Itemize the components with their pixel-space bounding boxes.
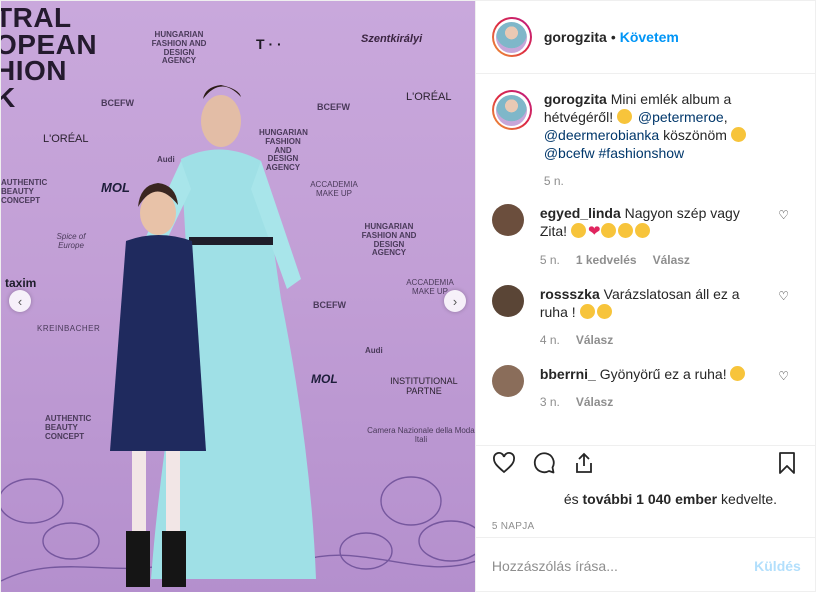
- kiss-emoji-icon: [634, 223, 650, 238]
- following-button[interactable]: Követem: [620, 29, 679, 45]
- backdrop-logo-loreal-2: L'ORÉAL: [43, 133, 89, 145]
- comment-time[interactable]: 5 n.: [540, 251, 560, 269]
- likes-suffix: kedvelte.: [721, 491, 778, 507]
- backdrop-logo-loreal-1: L'ORÉAL: [406, 91, 452, 103]
- caption-text-2: köszönöm: [663, 127, 727, 143]
- comment-item: egyed_linda Nagyon szép vagy Zita! ❤ 5 n…: [491, 204, 799, 269]
- blush-emoji-icon: [570, 223, 586, 238]
- comment-like-heart-icon[interactable]: ♡: [778, 208, 789, 222]
- comment-meta: 3 n. Válasz: [540, 393, 760, 411]
- blush-emoji-icon: [579, 304, 595, 319]
- kiss-emoji-icon: [596, 304, 612, 319]
- post-side-panel: gorogzita • Követem gorogzita Mini emlék…: [474, 1, 816, 592]
- likes-and: és: [563, 491, 579, 507]
- backdrop-logo-hfda-3: HUNGARIAN FASHION AND DESIGN AGENCY: [361, 222, 417, 258]
- header-separator: •: [610, 29, 616, 45]
- commenter-username[interactable]: rossszka: [540, 286, 600, 302]
- action-bar: [475, 445, 815, 485]
- backdrop-logo-audi-2: Audi: [365, 346, 383, 355]
- carousel-prev-button[interactable]: ‹: [9, 290, 31, 312]
- share-icon[interactable]: [572, 451, 596, 480]
- red-heart-emoji-icon: ❤: [587, 223, 601, 240]
- comment-body: egyed_linda Nagyon szép vagy Zita! ❤ 5 n…: [540, 204, 760, 269]
- post-time[interactable]: 5 NAPJA: [476, 521, 815, 532]
- commenter-avatar[interactable]: [491, 365, 524, 397]
- backdrop-logo-authentic: AUTHENTIC BEAUTY CONCEPT: [1, 178, 48, 205]
- caption-avatar[interactable]: [491, 90, 532, 130]
- post-photo[interactable]: TRAL OPEAN HION K HUNGARIAN FASHION AND …: [1, 1, 475, 592]
- backdrop-logo-hfda: HUNGARIAN FASHION AND DESIGN AGENCY: [151, 30, 207, 66]
- caption-avatar-frame: [493, 92, 530, 128]
- commenter-avatar[interactable]: [491, 285, 524, 317]
- caption-avatar-image: [496, 94, 528, 126]
- caption-meta: 5 n.: [544, 172, 754, 190]
- post-comment-button[interactable]: Küldés: [754, 558, 801, 574]
- backdrop-logo-kreinbacher: KREINBACHER: [37, 324, 101, 333]
- backdrop-logo-szentkiralyi: Szentkirályi: [361, 33, 423, 45]
- carousel-next-button[interactable]: ›: [444, 290, 466, 312]
- comment-likes[interactable]: 1 kedvelés: [576, 251, 637, 269]
- hashtag-fashionshow[interactable]: #fashionshow: [599, 145, 685, 161]
- reply-button[interactable]: Válasz: [653, 251, 690, 269]
- mention-deermerobianka[interactable]: @deermerobianka: [544, 127, 659, 143]
- backdrop-event-title: TRAL OPEAN HION K: [1, 2, 98, 113]
- heart-eyes-emoji-icon: [730, 366, 746, 381]
- comment-item: rossszka Varázslatosan áll ez a ruha ! 4…: [491, 285, 799, 349]
- kiss-emoji-icon: [617, 223, 633, 238]
- comment-input[interactable]: [491, 557, 755, 574]
- comment-time[interactable]: 3 n.: [540, 393, 560, 411]
- post-header: gorogzita • Követem: [475, 1, 815, 74]
- reply-button[interactable]: Válasz: [576, 331, 613, 349]
- author-avatar[interactable]: [491, 17, 532, 57]
- comment-meta: 5 n. 1 kedvelés Válasz: [540, 251, 760, 269]
- author-username[interactable]: gorogzita: [544, 29, 607, 45]
- heart-icon[interactable]: [492, 451, 516, 480]
- mention-bcefw[interactable]: @bcefw: [544, 145, 595, 161]
- comment-icon[interactable]: [532, 451, 556, 480]
- comment-time[interactable]: 4 n.: [540, 331, 560, 349]
- add-comment-bar: Küldés: [475, 537, 816, 592]
- comment-item: bberrni_ Gyönyörű ez a ruha! 3 n. Válasz…: [491, 365, 799, 411]
- backdrop-logo-taxim: taxim: [5, 276, 37, 290]
- author-avatar-image: [496, 21, 528, 53]
- caption-username[interactable]: gorogzita: [544, 91, 607, 107]
- hugging-emoji-icon: [730, 127, 746, 142]
- reply-button[interactable]: Válasz: [576, 393, 613, 411]
- girl-figure: [110, 183, 206, 587]
- comment-body: bberrni_ Gyönyörű ez a ruha! 3 n. Válasz: [540, 365, 760, 411]
- commenter-username[interactable]: bberrni_: [540, 366, 596, 382]
- comment-like-heart-icon[interactable]: ♡: [778, 289, 789, 303]
- kiss-emoji-icon: [600, 223, 616, 238]
- bookmark-icon[interactable]: [775, 451, 799, 480]
- comment-text: Gyönyörű ez a ruha!: [599, 366, 727, 382]
- author-avatar-frame: [493, 19, 530, 55]
- commenter-username[interactable]: egyed_linda: [540, 205, 621, 221]
- mention-petermeroe[interactable]: @petermeroe: [638, 109, 724, 125]
- backdrop-logo-t: T · ·: [256, 36, 282, 52]
- post-caption: gorogzita Mini emlék album a hétvégéről!…: [491, 90, 799, 190]
- likes-count[interactable]: további 1 040 ember: [583, 491, 718, 507]
- comment-body: rossszka Varázslatosan áll ez a ruha ! 4…: [540, 285, 760, 349]
- comment-meta: 4 n. Válasz: [540, 331, 760, 349]
- caption-body: gorogzita Mini emlék album a hétvégéről!…: [544, 90, 754, 190]
- backdrop-logo-authentic-2: AUTHENTIC BEAUTY CONCEPT: [45, 414, 92, 441]
- smiling-hearts-emoji-icon: [617, 109, 632, 124]
- backdrop-logo-institutional: INSTITUTIONAL PARTNE: [390, 376, 458, 396]
- caption-time[interactable]: 5 n.: [544, 172, 564, 190]
- comments-list[interactable]: gorogzita Mini emlék album a hétvégéről!…: [476, 74, 815, 445]
- commenter-avatar[interactable]: [491, 204, 524, 236]
- caption-comma: ,: [723, 109, 728, 125]
- instagram-post: TRAL OPEAN HION K HUNGARIAN FASHION AND …: [0, 0, 816, 592]
- likes-summary: és további 1 040 ember kedvelte.: [476, 491, 815, 507]
- comment-like-heart-icon[interactable]: ♡: [778, 369, 789, 383]
- backdrop-logo-spice: Spice of Europe: [56, 232, 86, 250]
